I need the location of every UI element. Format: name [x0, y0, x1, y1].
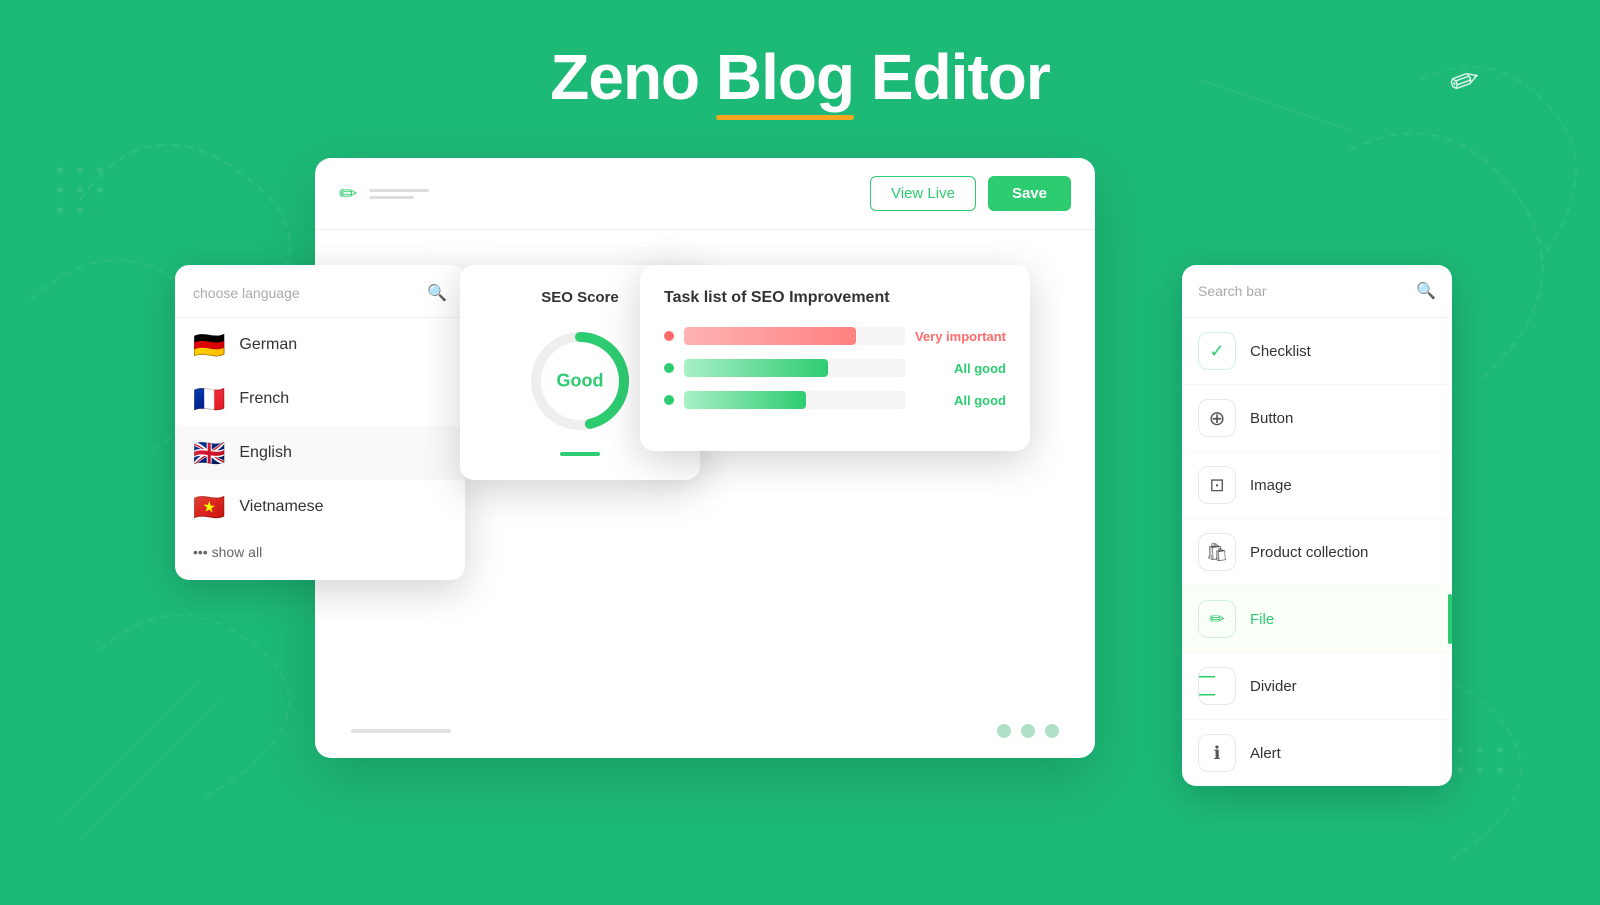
file-label: File — [1250, 611, 1274, 628]
language-item-english[interactable]: 🇬🇧 English — [175, 426, 465, 480]
alert-icon-wrap: ℹ — [1198, 734, 1236, 772]
view-live-button[interactable]: View Live — [870, 176, 976, 211]
product-collection-label: Product collection — [1250, 544, 1368, 561]
file-active-indicator — [1448, 594, 1452, 644]
divider-label: Divider — [1250, 678, 1297, 695]
elements-panel: Search bar 🔍 ✓ Checklist ⊕ Button ⊡ Imag… — [1182, 265, 1452, 786]
task-bar-wrap-3 — [684, 391, 906, 409]
task-bar-2 — [684, 359, 828, 377]
task-bar-3 — [684, 391, 806, 409]
task-status-2: All good — [916, 361, 1006, 376]
language-item-french[interactable]: 🇫🇷 French — [175, 372, 465, 426]
task-row-2: All good — [664, 359, 1006, 377]
element-item-product-collection[interactable]: 🛍 Product collection — [1182, 519, 1452, 586]
image-label: Image — [1250, 477, 1292, 494]
dot-1 — [997, 724, 1011, 738]
french-label: French — [239, 390, 289, 408]
task-status-3: All good — [916, 393, 1006, 408]
language-panel: choose language 🔍 🇩🇪 German 🇫🇷 French 🇬🇧… — [175, 265, 465, 580]
editor-toolbar: ✏ View Live Save — [315, 158, 1095, 230]
page-title: Zeno Blog Editor — [0, 40, 1600, 114]
task-bar-1 — [684, 327, 856, 345]
toolbar-line-1 — [369, 189, 429, 192]
language-search-row: choose language 🔍 — [175, 265, 465, 318]
product-collection-icon: 🛍 — [1206, 542, 1229, 563]
dot-2 — [1021, 724, 1035, 738]
alert-icon: ℹ — [1214, 743, 1221, 764]
toolbar-actions: View Live Save — [870, 176, 1071, 211]
german-flag-icon: 🇩🇪 — [193, 332, 225, 358]
german-label: German — [239, 336, 297, 354]
image-icon-wrap: ⊡ — [1198, 466, 1236, 504]
elements-search-placeholder: Search bar — [1198, 283, 1266, 299]
editor-bottom-bar — [351, 724, 1059, 738]
alert-label: Alert — [1250, 745, 1281, 762]
task-status-1: Very important — [915, 329, 1006, 344]
task-panel-title: Task list of SEO Improvement — [664, 289, 1006, 307]
toolbar-left: ✏ — [339, 181, 429, 207]
task-panel: Task list of SEO Improvement Very import… — [640, 265, 1030, 451]
task-dot-good-2 — [664, 395, 674, 405]
divider-icon: — — — [1199, 668, 1235, 704]
seo-score-label: Good — [557, 371, 604, 392]
element-item-file[interactable]: ✏ File — [1182, 586, 1452, 653]
elements-search-row: Search bar 🔍 — [1182, 265, 1452, 318]
element-item-button[interactable]: ⊕ Button — [1182, 385, 1452, 452]
product-collection-icon-wrap: 🛍 — [1198, 533, 1236, 571]
elements-search-icon[interactable]: 🔍 — [1416, 281, 1436, 301]
task-dot-important — [664, 331, 674, 341]
language-search-icon[interactable]: 🔍 — [427, 283, 447, 303]
seo-score-circle: Good — [525, 326, 635, 436]
task-row-1: Very important — [664, 327, 1006, 345]
task-bar-wrap-1 — [684, 327, 905, 345]
vietnamese-label: Vietnamese — [239, 498, 323, 516]
button-add-icon: ⊕ — [1209, 406, 1226, 431]
scroll-bar — [351, 729, 451, 733]
checklist-icon-wrap: ✓ — [1198, 332, 1236, 370]
show-all-languages[interactable]: ••• show all — [175, 534, 465, 560]
element-item-divider[interactable]: — — Divider — [1182, 653, 1452, 720]
checklist-icon: ✓ — [1209, 341, 1224, 362]
element-item-image[interactable]: ⊡ Image — [1182, 452, 1452, 519]
task-row-3: All good — [664, 391, 1006, 409]
language-search-placeholder: choose language — [193, 285, 300, 301]
file-icon: ✏ — [1209, 609, 1224, 630]
task-bar-wrap-2 — [684, 359, 906, 377]
language-item-vietnamese[interactable]: 🇻🇳 Vietnamese — [175, 480, 465, 534]
english-flag-icon: 🇬🇧 — [193, 440, 225, 466]
save-button[interactable]: Save — [988, 176, 1071, 211]
divider-icon-wrap: — — — [1198, 667, 1236, 705]
toolbar-line-2 — [369, 196, 414, 199]
checklist-label: Checklist — [1250, 343, 1311, 360]
dots-indicator — [997, 724, 1059, 738]
element-item-alert[interactable]: ℹ Alert — [1182, 720, 1452, 786]
french-flag-icon: 🇫🇷 — [193, 386, 225, 412]
seo-underline-decoration — [560, 452, 600, 456]
file-icon-wrap: ✏ — [1198, 600, 1236, 638]
vietnamese-flag-icon: 🇻🇳 — [193, 494, 225, 520]
editor-logo-icon: ✏ — [339, 181, 357, 207]
page-title-section: Zeno Blog Editor — [0, 0, 1600, 144]
button-icon-wrap: ⊕ — [1198, 399, 1236, 437]
english-label: English — [239, 444, 291, 462]
button-label: Button — [1250, 410, 1293, 427]
dot-3 — [1045, 724, 1059, 738]
toolbar-title-lines — [369, 189, 429, 199]
language-item-german[interactable]: 🇩🇪 German — [175, 318, 465, 372]
task-dot-good-1 — [664, 363, 674, 373]
element-item-checklist[interactable]: ✓ Checklist — [1182, 318, 1452, 385]
image-icon: ⊡ — [1209, 475, 1224, 496]
